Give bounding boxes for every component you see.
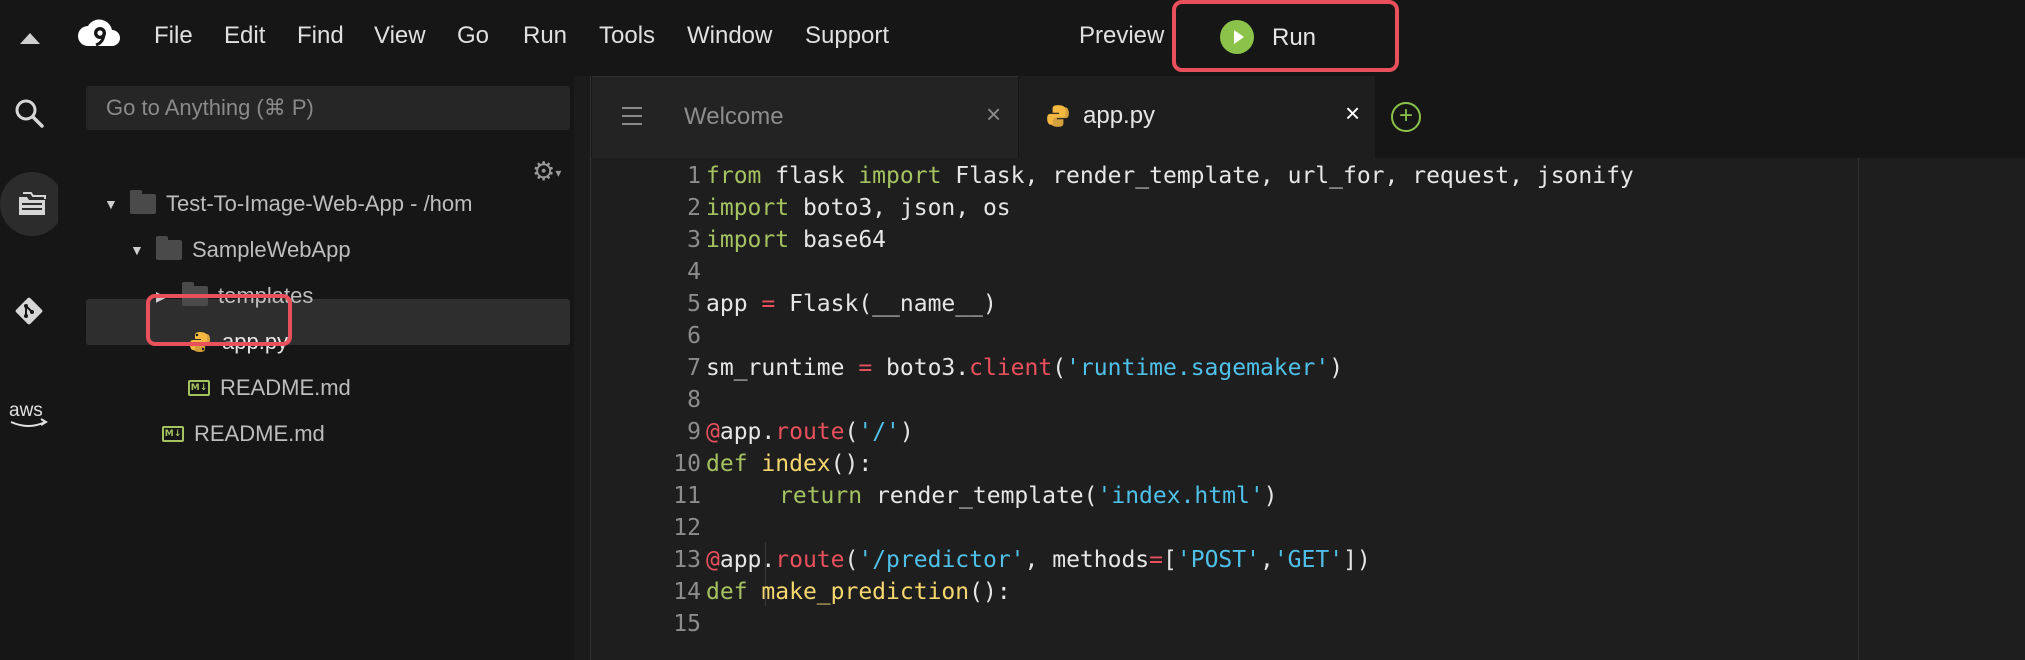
code-line: 10 def index(): (591, 448, 1791, 480)
menu-go[interactable]: Go (457, 22, 489, 50)
tab-label: Welcome (684, 103, 784, 130)
add-tab-icon[interactable]: + (1391, 102, 1421, 132)
line-number: 11 (673, 483, 701, 509)
caret-up-icon (20, 32, 40, 44)
tab-app-py[interactable]: app.py × (1019, 76, 1375, 158)
tree-item-readme-outer[interactable]: M↓ README.md (162, 412, 325, 456)
menu-bar: File Edit Find View Go Run Tools Window … (0, 0, 2025, 76)
print-margin-ruler (1858, 158, 1859, 660)
menu-edit[interactable]: Edit (224, 22, 265, 50)
code-text: def index(): (706, 451, 873, 477)
code-text: app = Flask(__name__) (706, 291, 997, 317)
code-editor[interactable]: 1 from flask import Flask, render_templat… (591, 158, 2025, 660)
activity-bar: aws (0, 76, 64, 660)
code-text: def make_prediction(): (706, 579, 1011, 605)
tree-item-label: README.md (194, 421, 325, 446)
line-number: 8 (687, 387, 701, 413)
code-line: 14 def make_prediction(): (591, 576, 1791, 608)
hamburger-menu-icon[interactable] (622, 107, 642, 131)
markdown-file-icon: M↓ (162, 426, 184, 442)
aws-icon: aws (9, 400, 48, 427)
code-text: import base64 (706, 227, 887, 253)
cloud9-logo-icon[interactable] (76, 16, 122, 52)
run-button[interactable]: Run (1172, 0, 1399, 72)
code-text: import boto3, json, os (706, 195, 1011, 221)
go-to-anything-input[interactable]: Go to Anything (⌘ P) (86, 86, 570, 130)
tab-welcome[interactable]: Welcome × (592, 76, 1018, 158)
folder-icon (156, 236, 182, 260)
git-icon (15, 297, 43, 325)
line-number: 3 (687, 227, 701, 253)
code-line: 2 import boto3, json, os (591, 192, 1791, 224)
line-number: 6 (687, 323, 701, 349)
code-line: 8 (591, 384, 1791, 416)
file-tree-panel: Go to Anything (⌘ P) ⚙▾ ▼ Test-To-Image-… (58, 76, 574, 660)
line-number: 2 (687, 195, 701, 221)
close-icon[interactable]: × (986, 99, 1001, 130)
markdown-file-icon: M↓ (188, 380, 210, 396)
tree-item-label: README.md (220, 375, 351, 400)
code-line: 4 (591, 256, 1791, 288)
files-icon (19, 192, 46, 215)
tree-item-label: SampleWebApp (192, 237, 351, 262)
settings-gear-icon[interactable]: ⚙▾ (532, 156, 561, 187)
tree-item-samplewebapp[interactable]: ▼ SampleWebApp (130, 228, 351, 272)
line-number: 7 (687, 355, 701, 381)
source-control-button[interactable] (0, 282, 58, 340)
line-number: 1 (687, 163, 701, 189)
folder-icon (130, 190, 156, 214)
line-number: 10 (673, 451, 701, 477)
search-panel-button[interactable] (0, 84, 58, 142)
line-number: 5 (687, 291, 701, 317)
code-text: @app.route('/predictor', methods=['POST'… (706, 547, 1371, 573)
line-number: 15 (673, 611, 701, 637)
code-line: 3 import base64 (591, 224, 1791, 256)
code-text: from flask import Flask, render_template… (706, 163, 1634, 189)
code-line: 15 (591, 608, 1791, 640)
menu-run[interactable]: Run (523, 22, 567, 50)
chevron-down-icon[interactable]: ▼ (130, 242, 148, 258)
python-file-icon (1047, 105, 1069, 127)
preview-button[interactable]: Preview (1079, 22, 1164, 50)
editor-area: Welcome × app.py × + 1 from flask import … (590, 76, 2025, 660)
code-line: 7 sm_runtime = boto3.client('runtime.sage… (591, 352, 1791, 384)
search-icon (15, 99, 44, 128)
tab-label: app.py (1083, 102, 1156, 129)
code-line: 12 (591, 512, 1791, 544)
code-line: 6 (591, 320, 1791, 352)
collapse-menu-button[interactable] (16, 24, 44, 52)
menu-file[interactable]: File (154, 22, 193, 50)
line-number: 12 (673, 515, 701, 541)
chevron-down-icon[interactable]: ▼ (104, 196, 122, 212)
line-number: 9 (687, 419, 701, 445)
line-number: 4 (687, 259, 701, 285)
line-number: 13 (673, 547, 701, 573)
code-text: sm_runtime = boto3.client('runtime.sagem… (706, 355, 1344, 381)
menu-view[interactable]: View (374, 22, 426, 50)
code-line: 13 @app.route('/predictor', methods=['POS… (591, 544, 1791, 576)
close-icon[interactable]: × (1345, 98, 1360, 129)
code-line: 1 from flask import Flask, render_templat… (591, 160, 1791, 192)
run-button-label: Run (1272, 24, 1317, 51)
code-line: 9 @app.route('/') (591, 416, 1791, 448)
menu-window[interactable]: Window (687, 22, 772, 50)
code-text: @app.route('/') (706, 419, 914, 445)
tree-item-label: Test-To-Image-Web-App - /hom (166, 191, 473, 216)
environment-panel-button[interactable] (0, 172, 64, 236)
code-line: 11 return render_template('index.html') (591, 480, 1791, 512)
tree-item-readme-inner[interactable]: M↓ README.md (188, 366, 351, 410)
menu-support[interactable]: Support (805, 22, 889, 50)
code-text: return render_template('index.html') (779, 483, 1278, 509)
app-py-highlight-box (146, 294, 292, 346)
svg-text:aws: aws (9, 400, 43, 421)
aws-panel-button[interactable]: aws (0, 386, 58, 444)
menu-tools[interactable]: Tools (599, 22, 655, 50)
menu-find[interactable]: Find (297, 22, 344, 50)
play-icon (1220, 20, 1254, 54)
tab-bar: Welcome × app.py × + (591, 76, 2025, 158)
line-number: 14 (673, 579, 701, 605)
code-line: 5 app = Flask(__name__) (591, 288, 1791, 320)
tree-item-root[interactable]: ▼ Test-To-Image-Web-App - /hom (104, 182, 472, 226)
